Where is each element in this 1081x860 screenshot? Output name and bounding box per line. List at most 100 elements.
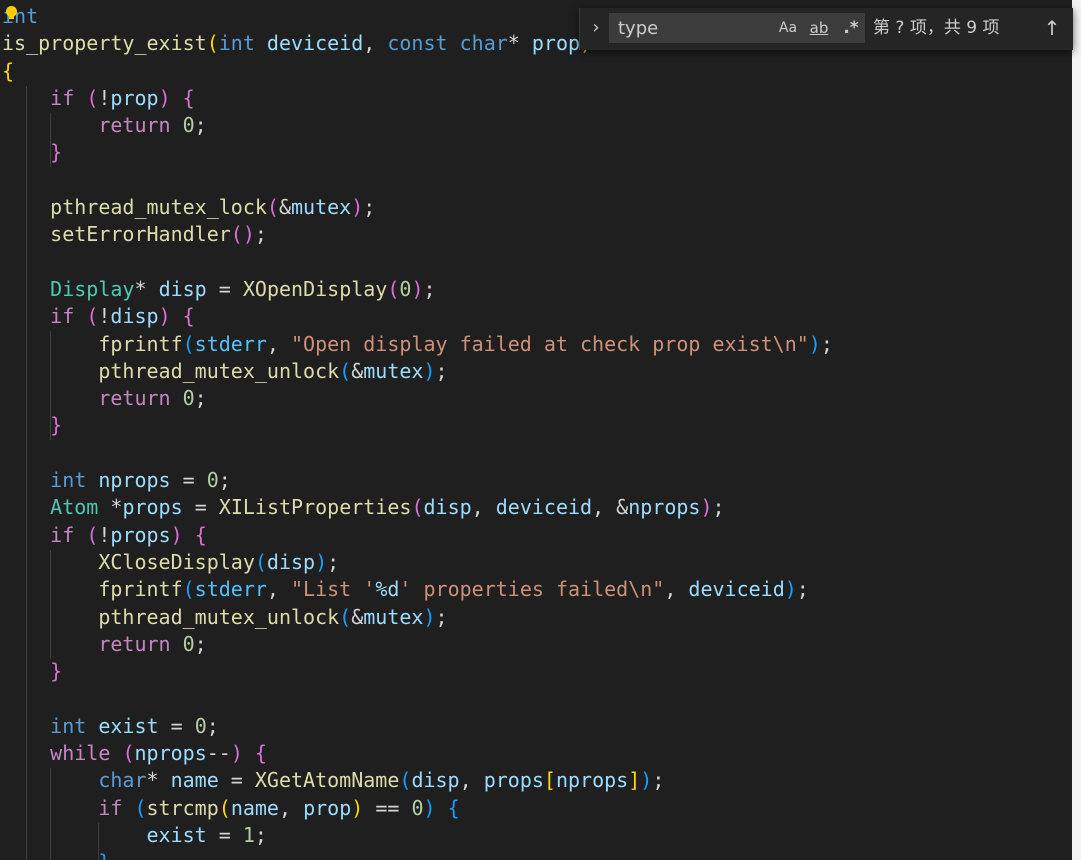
code-token: = bbox=[158, 713, 195, 738]
code-token: strcmp bbox=[146, 795, 219, 820]
code-token: if bbox=[50, 304, 75, 329]
code-line[interactable]: Display* disp = XOpenDisplay(0); bbox=[2, 276, 833, 303]
code-token: ' properties failed\n" bbox=[399, 577, 665, 602]
code-line[interactable]: } bbox=[2, 849, 833, 860]
code-token: prop bbox=[531, 31, 581, 56]
code-token: ! bbox=[98, 522, 111, 547]
code-line[interactable]: while (nprops--) { bbox=[2, 740, 833, 767]
match-count: 第 ? 项，共 9 项 bbox=[873, 18, 1000, 38]
code-line[interactable]: exist = 1; bbox=[2, 822, 833, 849]
code-line[interactable]: pthread_mutex_unlock(&mutex); bbox=[2, 358, 833, 385]
find-input-container: Aa ab .* bbox=[609, 13, 865, 43]
code-token: while bbox=[50, 741, 111, 766]
code-token: ; bbox=[796, 577, 809, 602]
regex-button[interactable]: .* bbox=[839, 17, 863, 39]
code-token: ; bbox=[254, 822, 267, 847]
code-editor[interactable]: int is_property_exist(int deviceid, const… bbox=[0, 0, 1072, 860]
code-line[interactable]: ​ bbox=[2, 685, 833, 712]
code-line[interactable]: } bbox=[2, 658, 833, 685]
code-token: 0 bbox=[182, 631, 195, 656]
code-line[interactable]: if (!prop) { bbox=[2, 85, 833, 112]
code-token: deviceid bbox=[495, 495, 593, 520]
code-line[interactable]: pthread_mutex_lock(&mutex); bbox=[2, 194, 833, 221]
code-token: ; bbox=[254, 222, 267, 247]
code-token: { bbox=[2, 58, 15, 83]
code-token: 0 bbox=[182, 113, 195, 138]
code-token: ; bbox=[363, 195, 376, 220]
code-line[interactable]: if (!props) { bbox=[2, 522, 833, 549]
code-token: if bbox=[98, 795, 123, 820]
code-line[interactable]: } bbox=[2, 139, 833, 166]
chevron-right-icon[interactable]: › bbox=[588, 17, 604, 39]
code-line[interactable]: return 0; bbox=[2, 112, 833, 139]
code-token: return bbox=[98, 386, 171, 411]
code-token: nprops bbox=[628, 495, 701, 520]
code-token: char bbox=[459, 31, 508, 56]
code-token: nprops bbox=[134, 741, 207, 766]
code-token: ( bbox=[254, 549, 267, 574]
code-token: ( bbox=[411, 495, 424, 520]
code-line[interactable]: if (!disp) { bbox=[2, 303, 833, 330]
code-token: XOpenDisplay bbox=[242, 276, 388, 301]
code-line[interactable]: int nprops = 0; bbox=[2, 467, 833, 494]
code-line[interactable]: pthread_mutex_unlock(&mutex); bbox=[2, 604, 833, 631]
code-token: * bbox=[146, 768, 171, 793]
code-line[interactable]: Atom *props = XIListProperties(disp, dev… bbox=[2, 494, 833, 521]
code-line[interactable]: fprintf(stderr, "List '%d' properties fa… bbox=[2, 576, 833, 603]
code-line[interactable]: if (strcmp(name, prop) == 0) { bbox=[2, 795, 833, 822]
code-token: int bbox=[50, 468, 87, 493]
find-input[interactable] bbox=[610, 14, 786, 42]
code-token: & bbox=[278, 195, 292, 220]
match-case-button[interactable]: Aa bbox=[777, 17, 799, 39]
code-token: int bbox=[50, 713, 87, 738]
code-token: ( bbox=[266, 195, 279, 220]
code-token: XCloseDisplay bbox=[98, 549, 255, 574]
code-line[interactable]: setErrorHandler(); bbox=[2, 221, 833, 248]
code-token: { bbox=[182, 85, 195, 110]
code-lines[interactable]: int is_property_exist(int deviceid, const… bbox=[2, 3, 833, 860]
lightbulb-icon[interactable] bbox=[6, 6, 17, 19]
minimap-edge bbox=[1072, 0, 1081, 860]
code-token: { bbox=[182, 304, 195, 329]
code-token: 0 bbox=[411, 795, 424, 820]
code-line[interactable]: return 0; bbox=[2, 385, 833, 412]
find-widget: › Aa ab .* 第 ? 项，共 9 项 ↑ bbox=[579, 8, 1073, 50]
code-line[interactable]: XCloseDisplay(disp); bbox=[2, 549, 833, 576]
code-token: fprintf bbox=[98, 331, 183, 356]
code-line[interactable]: ​ bbox=[2, 440, 833, 467]
whole-word-button[interactable]: ab bbox=[806, 17, 832, 39]
code-line[interactable]: fprintf(stderr, "Open display failed at … bbox=[2, 331, 833, 358]
code-token: ( bbox=[134, 795, 147, 820]
code-line[interactable]: return 0; bbox=[2, 631, 833, 658]
code-line[interactable]: ​ bbox=[2, 249, 833, 276]
code-line[interactable]: ​ bbox=[2, 167, 833, 194]
code-token: nprops bbox=[98, 468, 171, 493]
code-token: , bbox=[363, 31, 388, 56]
code-token: = bbox=[182, 495, 219, 520]
code-token: ( bbox=[399, 768, 412, 793]
code-token: , bbox=[266, 577, 292, 602]
code-token: } bbox=[50, 413, 63, 438]
code-token: return bbox=[98, 631, 171, 656]
code-line[interactable]: char* name = XGetAtomName(disp, props[np… bbox=[2, 767, 833, 794]
code-token: deviceid bbox=[266, 31, 364, 56]
code-token: "Open display failed at check prop exist… bbox=[291, 331, 809, 356]
arrow-up-icon[interactable]: ↑ bbox=[1040, 15, 1064, 41]
code-line[interactable]: int exist = 0; bbox=[2, 713, 833, 740]
code-token: ) bbox=[351, 795, 364, 820]
code-line[interactable]: { bbox=[2, 58, 833, 85]
code-line[interactable]: } bbox=[2, 412, 833, 439]
